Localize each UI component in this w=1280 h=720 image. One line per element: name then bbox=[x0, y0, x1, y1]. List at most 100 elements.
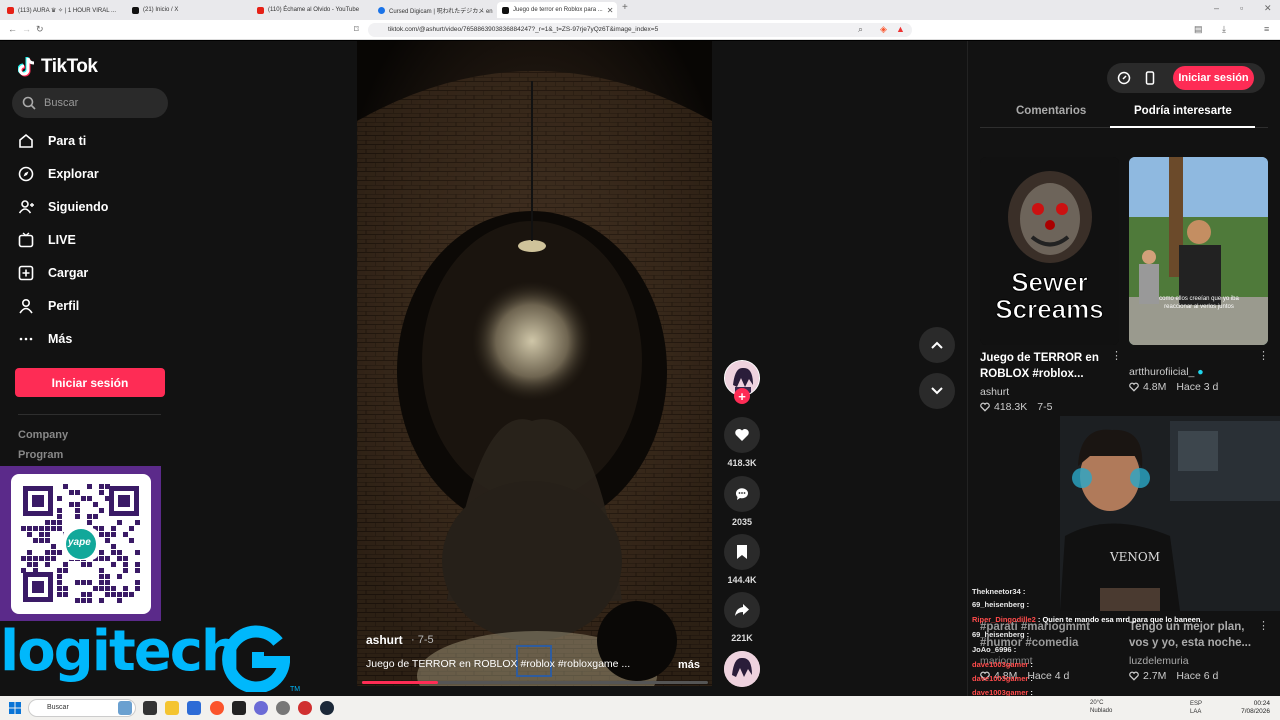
save-button[interactable] bbox=[724, 534, 760, 570]
recommended-thumbnail-2[interactable]: como ellos creeían que yo iba reaccionar… bbox=[1129, 157, 1268, 345]
following-icon bbox=[18, 199, 34, 215]
bookmark-icon[interactable]: ⌑ bbox=[354, 24, 359, 35]
nav-cargar[interactable]: Cargar bbox=[18, 265, 88, 281]
chat-line: 69_heisenberg : bbox=[972, 600, 1029, 609]
clock-date: 7/08/2026 bbox=[1241, 708, 1270, 715]
video-progress-bar[interactable] bbox=[362, 681, 708, 684]
previous-video-button[interactable] bbox=[919, 327, 955, 363]
app-icon[interactable] bbox=[232, 701, 246, 715]
browser-tab-bar: (113) AURA ♛ ✧ | 1 HOUR VIRAL ... (21) I… bbox=[0, 0, 1280, 20]
file-explorer-icon[interactable] bbox=[165, 701, 179, 715]
footer-link-program[interactable]: Program bbox=[18, 449, 63, 461]
maximize-icon[interactable]: ▫ bbox=[1240, 3, 1243, 13]
tab-label: Cursed Digicam | 呪われたデジカメ en ... bbox=[389, 8, 493, 15]
card-author-1[interactable]: ashurt bbox=[980, 386, 1009, 398]
footer-link-company[interactable]: Company bbox=[18, 429, 68, 441]
like-button[interactable] bbox=[724, 417, 760, 453]
video-player[interactable] bbox=[357, 41, 712, 686]
login-label: Iniciar sesión bbox=[51, 375, 129, 390]
discord-icon[interactable] bbox=[254, 701, 268, 715]
share-button[interactable] bbox=[724, 592, 760, 628]
sidebar-icon[interactable]: ▤ bbox=[1194, 24, 1203, 35]
share-icon bbox=[735, 604, 749, 616]
minimize-icon[interactable]: – bbox=[1214, 3, 1219, 13]
chat-line: JoAo_6996 : bbox=[972, 645, 1016, 654]
task-view-icon[interactable] bbox=[118, 701, 132, 715]
forward-icon[interactable]: → bbox=[22, 24, 31, 34]
nav-explorar[interactable]: Explorar bbox=[18, 166, 99, 182]
tab-comentarios[interactable]: Comentarios bbox=[1016, 105, 1086, 117]
video-progress-fill bbox=[362, 681, 439, 684]
caption-more-button[interactable]: más bbox=[678, 659, 700, 671]
stream-chat-overlay: Thekneetor34 : 69_heisenberg : Riper_Din… bbox=[968, 587, 1280, 702]
search-input[interactable]: Buscar bbox=[12, 88, 168, 118]
device-icon[interactable] bbox=[1143, 71, 1157, 85]
card-title-1[interactable]: Juego de TERROR en ROBLOX #roblox... bbox=[980, 350, 1110, 382]
weather-widget[interactable]: 20°C Nublado bbox=[1090, 699, 1112, 715]
home-icon bbox=[18, 133, 34, 149]
nav-label: Cargar bbox=[48, 266, 89, 280]
follow-plus-button[interactable]: + bbox=[734, 388, 750, 404]
browser-tab-4[interactable]: Cursed Digicam | 呪われたデジカメ en ... bbox=[373, 2, 493, 18]
share-count: 221K bbox=[731, 633, 753, 643]
card-more-icon[interactable]: ⋮ bbox=[1258, 349, 1269, 362]
qr-brand-label: yape bbox=[68, 537, 91, 548]
address-bar: ← → ↻ ⌑ tiktok.com/@ashurt/video/7658863… bbox=[0, 20, 1280, 40]
language-indicator[interactable]: ESP LAA bbox=[1190, 700, 1202, 716]
store-icon[interactable] bbox=[187, 701, 201, 715]
browser-tab-active[interactable]: Juego de terror en Roblox para ... ✕ bbox=[497, 2, 617, 18]
tab-label: (21) Inicio / X bbox=[143, 7, 179, 13]
close-window-icon[interactable]: ✕ bbox=[1264, 3, 1272, 14]
nav-perfil[interactable]: Perfil bbox=[18, 298, 79, 314]
nav-live[interactable]: LIVE bbox=[18, 232, 76, 248]
nav-label: LIVE bbox=[48, 233, 76, 247]
nav-para-ti[interactable]: Para ti bbox=[18, 133, 86, 149]
chat-line: Thekneetor34 : bbox=[972, 587, 1025, 596]
live-icon bbox=[18, 232, 34, 248]
tab-label: Juego de terror en Roblox para ... bbox=[513, 7, 603, 13]
nav-siguiendo[interactable]: Siguiendo bbox=[18, 199, 108, 215]
download-icon[interactable]: ⤓ bbox=[1222, 24, 1226, 35]
brave-shield-icon[interactable]: ◈ bbox=[880, 24, 887, 35]
alert-icon[interactable]: ▲ bbox=[896, 24, 905, 34]
close-tab-icon[interactable]: ✕ bbox=[607, 6, 614, 15]
card-likes: 418.3K bbox=[994, 401, 1028, 413]
windows-start-icon[interactable] bbox=[9, 702, 21, 714]
back-icon[interactable]: ← bbox=[8, 24, 17, 34]
login-button-sidebar[interactable]: Iniciar sesión bbox=[15, 368, 165, 397]
video-author[interactable]: ashurt bbox=[366, 633, 403, 647]
comment-button[interactable] bbox=[724, 476, 760, 512]
person-thumbnail-image bbox=[1129, 157, 1268, 345]
tiktok-logo[interactable]: TikTok bbox=[18, 56, 98, 78]
browser-tab-3[interactable]: (110) Échame al Olvido - YouTube bbox=[252, 2, 372, 18]
trademark-label: TM bbox=[290, 686, 301, 693]
browser-tab-1[interactable]: (113) AURA ♛ ✧ | 1 HOUR VIRAL ... bbox=[2, 2, 122, 18]
recommended-thumbnail-1[interactable]: Sewer Screams bbox=[980, 157, 1119, 345]
chat-line: dave1003gamer : bbox=[972, 674, 1033, 683]
card-author-2[interactable]: artthurofiicial_ ● bbox=[1129, 366, 1204, 378]
new-tab-icon[interactable]: + bbox=[622, 2, 628, 13]
app-icon[interactable] bbox=[143, 701, 157, 715]
tab-podria-interesarte[interactable]: Podría interesarte bbox=[1134, 105, 1232, 117]
app-icon[interactable] bbox=[298, 701, 312, 715]
browser-tab-2[interactable]: (21) Inicio / X bbox=[127, 2, 247, 18]
card-more-icon[interactable]: ⋮ bbox=[1111, 349, 1122, 362]
youtube-icon bbox=[7, 6, 14, 14]
music-disc[interactable] bbox=[724, 651, 760, 687]
login-button-top[interactable]: Iniciar sesión bbox=[1173, 66, 1254, 90]
url-field[interactable]: tiktok.com/@ashurt/video/765886390383688… bbox=[368, 23, 912, 37]
brave-icon[interactable] bbox=[210, 701, 224, 715]
taskbar-clock[interactable]: 00:24 7/08/2026 bbox=[1230, 700, 1270, 716]
next-video-button[interactable] bbox=[919, 373, 955, 409]
steam-icon[interactable] bbox=[320, 701, 334, 715]
menu-icon[interactable]: ≡ bbox=[1264, 24, 1269, 34]
taskbar-search-label: Buscar bbox=[47, 704, 69, 711]
weather-desc: Nublado bbox=[1090, 708, 1113, 714]
zoom-icon[interactable]: ⌕ bbox=[858, 24, 863, 35]
card-stats-1: 418.3K 7-5 bbox=[980, 401, 1052, 413]
coin-icon[interactable] bbox=[1117, 71, 1131, 85]
video-caption: Juego de TERROR en ROBLOX #roblox #roblo… bbox=[366, 658, 631, 670]
settings-icon[interactable] bbox=[276, 701, 290, 715]
reload-icon[interactable]: ↻ bbox=[36, 24, 44, 35]
nav-mas[interactable]: Más bbox=[18, 331, 72, 347]
